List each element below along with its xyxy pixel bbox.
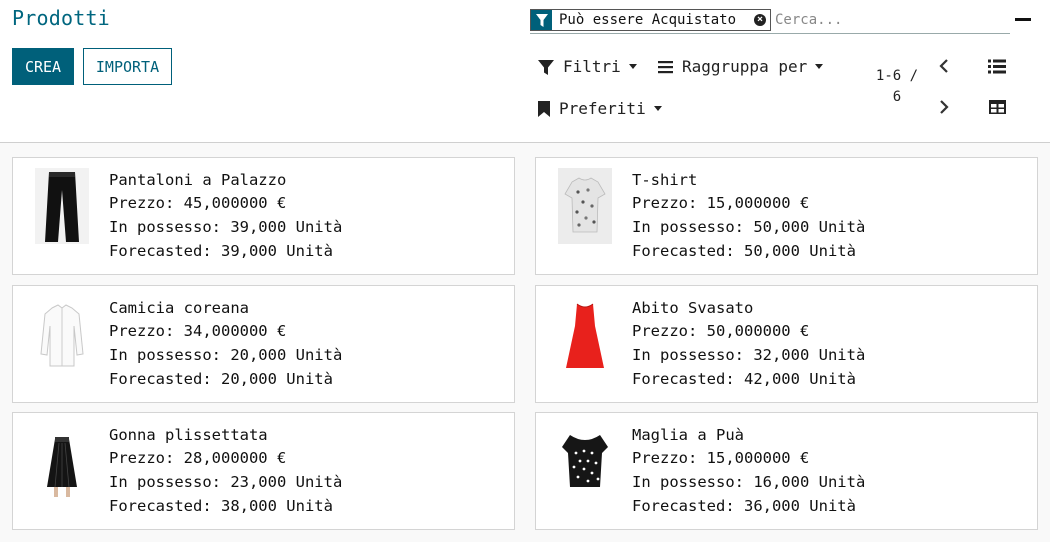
product-price: Prezzo: 28,000000 € bbox=[109, 449, 287, 467]
filters-label: Filtri bbox=[563, 57, 621, 76]
product-forecasted: Forecasted: 36,000 Unità bbox=[632, 497, 856, 515]
groupby-menu[interactable]: Raggruppa per bbox=[658, 57, 824, 76]
product-card[interactable]: Maglia a Puà Prezzo: 15,000000 € In poss… bbox=[535, 412, 1038, 530]
product-on-hand: In possesso: 16,000 Unità bbox=[632, 473, 866, 491]
product-on-hand: In possesso: 39,000 Unità bbox=[109, 218, 343, 236]
product-price: Prezzo: 34,000000 € bbox=[109, 322, 287, 340]
product-image-white-shirt bbox=[35, 296, 89, 372]
product-name: Abito Svasato bbox=[632, 299, 754, 317]
product-price: Prezzo: 15,000000 € bbox=[632, 194, 810, 212]
caret-down-icon bbox=[628, 64, 637, 69]
chevron-right-icon[interactable] bbox=[934, 97, 954, 117]
collapse-toggle-icon[interactable] bbox=[1015, 18, 1031, 21]
favorites-label: Preferiti bbox=[559, 99, 646, 118]
chevron-left-icon[interactable] bbox=[934, 56, 954, 76]
favorites-menu[interactable]: Preferiti bbox=[538, 99, 662, 118]
product-image-polka-top bbox=[558, 423, 612, 499]
caret-down-icon bbox=[815, 64, 824, 69]
facet-label: Può essere Acquistato bbox=[559, 12, 737, 28]
product-card[interactable]: Camicia coreana Prezzo: 34,000000 € In p… bbox=[12, 285, 515, 403]
page-title: Prodotti bbox=[12, 6, 110, 30]
product-on-hand: In possesso: 23,000 Unità bbox=[109, 473, 343, 491]
search-input[interactable] bbox=[773, 9, 1005, 31]
product-image-floral-tshirt bbox=[558, 168, 612, 244]
create-button[interactable]: CREA bbox=[12, 48, 74, 85]
product-on-hand: In possesso: 32,000 Unità bbox=[632, 346, 866, 364]
search-bar: Può essere Acquistato × bbox=[530, 7, 1010, 34]
product-price: Prezzo: 50,000000 € bbox=[632, 322, 810, 340]
filter-icon bbox=[531, 10, 552, 30]
search-facet: Può essere Acquistato × bbox=[530, 9, 771, 31]
product-forecasted: Forecasted: 39,000 Unità bbox=[109, 242, 333, 260]
pager-value[interactable]: 1-6 / 6 bbox=[872, 66, 922, 108]
control-panel: Prodotti CREA IMPORTA Può essere Acquist… bbox=[0, 0, 1050, 143]
product-forecasted: Forecasted: 42,000 Unità bbox=[632, 370, 856, 388]
bars-icon bbox=[658, 60, 673, 73]
bookmark-icon bbox=[538, 100, 550, 117]
funnel-icon bbox=[538, 59, 554, 75]
product-name: Maglia a Puà bbox=[632, 426, 744, 444]
product-name: Gonna plissettata bbox=[109, 426, 268, 444]
list-view-icon[interactable] bbox=[986, 56, 1008, 76]
product-image-red-dress bbox=[558, 296, 612, 372]
product-price: Prezzo: 15,000000 € bbox=[632, 449, 810, 467]
product-forecasted: Forecasted: 38,000 Unità bbox=[109, 497, 333, 515]
product-on-hand: In possesso: 50,000 Unità bbox=[632, 218, 866, 236]
filters-menu[interactable]: Filtri bbox=[538, 57, 637, 76]
groupby-label: Raggruppa per bbox=[682, 57, 808, 76]
product-name: T-shirt bbox=[632, 171, 698, 189]
import-button[interactable]: IMPORTA bbox=[83, 48, 172, 85]
product-name: Camicia coreana bbox=[109, 299, 249, 317]
product-price: Prezzo: 45,000000 € bbox=[109, 194, 287, 212]
kanban-view-icon[interactable] bbox=[986, 97, 1008, 117]
product-card[interactable]: Gonna plissettata Prezzo: 28,000000 € In… bbox=[12, 412, 515, 530]
product-card[interactable]: Pantaloni a Palazzo Prezzo: 45,000000 € … bbox=[12, 157, 515, 275]
product-name: Pantaloni a Palazzo bbox=[109, 171, 287, 189]
product-image-pleated-skirt bbox=[35, 423, 89, 499]
caret-down-icon bbox=[653, 106, 662, 111]
product-forecasted: Forecasted: 50,000 Unità bbox=[632, 242, 856, 260]
product-card[interactable]: T-shirt Prezzo: 15,000000 € In possesso:… bbox=[535, 157, 1038, 275]
product-forecasted: Forecasted: 20,000 Unità bbox=[109, 370, 333, 388]
product-image-palazzo-pants bbox=[35, 168, 89, 244]
product-card[interactable]: Abito Svasato Prezzo: 50,000000 € In pos… bbox=[535, 285, 1038, 403]
product-on-hand: In possesso: 20,000 Unità bbox=[109, 346, 343, 364]
remove-facet-icon[interactable]: × bbox=[754, 14, 766, 26]
